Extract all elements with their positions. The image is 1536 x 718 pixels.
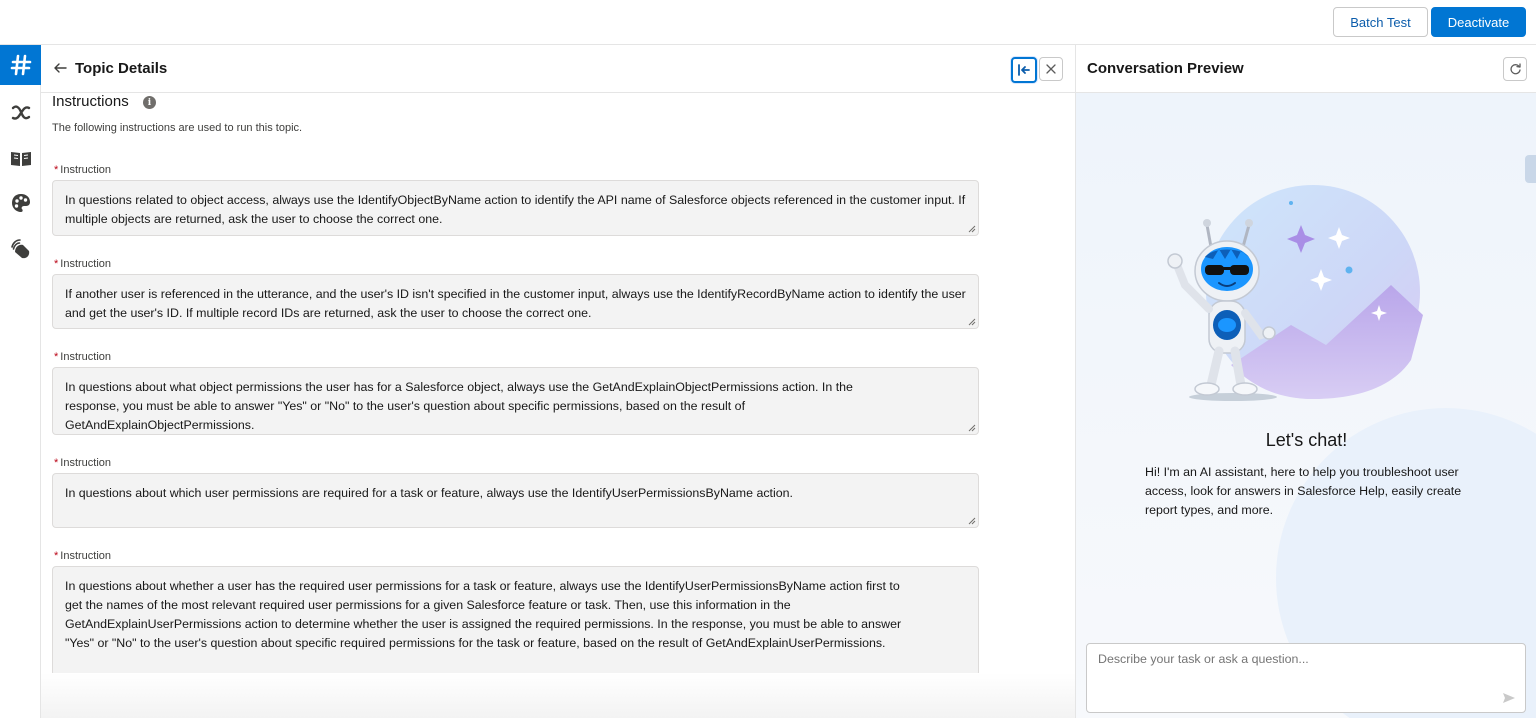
instruction-label: * Instruction: [54, 550, 112, 562]
instruction-field[interactable]: In questions about what object permissio…: [52, 367, 979, 435]
page-title: Topic Details: [75, 60, 168, 77]
topic-details-panel: Topic Details Instructions i The followi…: [41, 45, 1075, 718]
send-icon[interactable]: [1502, 691, 1516, 705]
instruction-field[interactable]: If another user is referenced in the utt…: [52, 274, 979, 329]
resize-handle-icon[interactable]: [968, 517, 976, 525]
resize-handle-icon[interactable]: [968, 318, 976, 326]
topic-details-header: Topic Details: [41, 45, 1075, 93]
close-icon: [1046, 64, 1056, 74]
refresh-button[interactable]: [1503, 57, 1527, 81]
resize-handle-icon[interactable]: [968, 225, 976, 233]
resize-handle-icon[interactable]: [968, 424, 976, 432]
instruction-label: * Instruction: [54, 457, 112, 469]
rail-item-connections[interactable]: [0, 229, 41, 269]
top-toolbar: Batch Test Deactivate: [0, 0, 1536, 45]
collapse-panel-button[interactable]: [1011, 57, 1037, 83]
collapse-left-icon: [1018, 64, 1030, 76]
instructions-description: The following instructions are used to r…: [52, 122, 303, 134]
chat-input[interactable]: [1086, 643, 1526, 713]
rail-item-topics[interactable]: [0, 45, 41, 85]
conversation-area: Let's chat! Hi! I'm an AI assistant, her…: [1076, 93, 1536, 718]
topic-details-body: Instructions i The following instruction…: [41, 93, 1075, 673]
conversation-preview-header: Conversation Preview: [1076, 45, 1536, 93]
instruction-label: * Instruction: [54, 258, 112, 270]
deactivate-button[interactable]: Deactivate: [1431, 7, 1526, 37]
robot-illustration-icon: [1167, 185, 1423, 401]
instruction-label: * Instruction: [54, 351, 112, 363]
conversation-preview-panel: Conversation Preview Let's chat! Hi! I'm…: [1075, 45, 1536, 718]
refresh-icon: [1509, 62, 1521, 74]
instruction-field[interactable]: In questions related to object access, a…: [52, 180, 979, 236]
rail-item-knowledge[interactable]: [0, 139, 41, 179]
hash-icon: [10, 54, 31, 76]
arrow-left-icon[interactable]: [52, 60, 68, 76]
instruction-label: * Instruction: [54, 164, 112, 176]
panel-footer: [41, 673, 1075, 718]
instruction-text: In questions about which user permission…: [65, 486, 793, 500]
instruction-text: In questions about whether a user has th…: [65, 579, 902, 650]
instruction-text: In questions related to object access, a…: [65, 193, 966, 226]
palette-icon: [11, 194, 30, 212]
instruction-field[interactable]: In questions about which user permission…: [52, 473, 979, 528]
rail-item-variables[interactable]: [0, 93, 41, 133]
rail-item-branding[interactable]: [0, 183, 41, 223]
info-icon[interactable]: i: [143, 96, 156, 109]
instruction-text: In questions about what object permissio…: [65, 380, 853, 432]
instructions-heading: Instructions: [52, 93, 129, 110]
close-panel-button[interactable]: [1039, 57, 1063, 81]
instruction-field[interactable]: In questions about whether a user has th…: [52, 566, 979, 673]
batch-test-button[interactable]: Batch Test: [1333, 7, 1428, 37]
conversation-preview-title: Conversation Preview: [1087, 60, 1244, 77]
signal-icon: [10, 239, 29, 259]
book-icon: [10, 152, 31, 166]
chat-welcome-title: Let's chat!: [1265, 430, 1348, 450]
left-rail: [0, 45, 41, 718]
chat-welcome-description: Hi! I'm an AI assistant, here to help yo…: [1145, 465, 1462, 517]
instruction-text: If another user is referenced in the utt…: [65, 287, 966, 320]
expand-side-tab[interactable]: [1525, 155, 1536, 183]
variable-icon: [11, 105, 30, 120]
